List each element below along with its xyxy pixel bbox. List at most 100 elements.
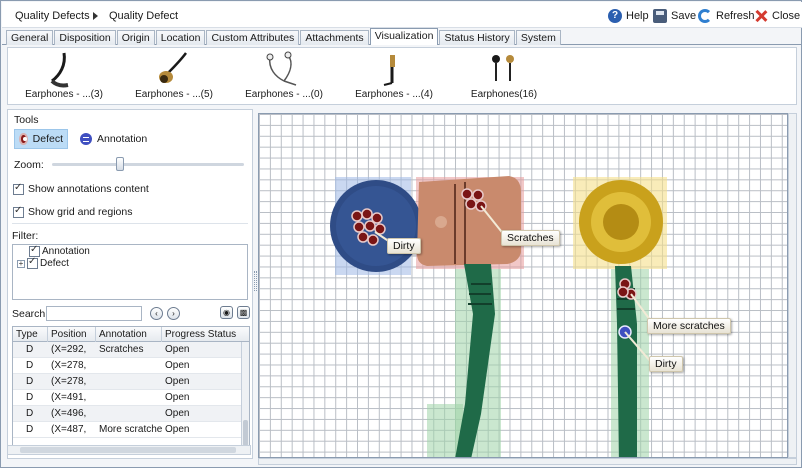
defect-tool-label: Defect bbox=[32, 133, 63, 145]
tab-visualization[interactable]: Visualization bbox=[369, 28, 439, 45]
earphones-image bbox=[330, 176, 667, 457]
thumbnail-3[interactable]: Earphones - ...(0) bbox=[234, 48, 334, 106]
close-icon bbox=[754, 9, 768, 23]
cell-status: Open bbox=[165, 392, 190, 403]
table-row[interactable]: D (X=292, Scratches Open bbox=[13, 342, 243, 358]
table-row[interactable]: D (X=496, Open bbox=[13, 406, 243, 422]
table-row[interactable]: D (X=278, Open bbox=[13, 374, 243, 390]
show-grid-check-icon bbox=[13, 205, 24, 218]
thumbnail-5[interactable]: Earphones(16) bbox=[454, 48, 554, 106]
table-vertical-scrollbar[interactable] bbox=[241, 342, 249, 451]
tab-general[interactable]: General bbox=[6, 30, 54, 45]
help-label: Help bbox=[626, 10, 649, 22]
tab-system[interactable]: System bbox=[515, 30, 561, 45]
tools-panel: Tools Defect Annotation Zoom: Show annot… bbox=[7, 109, 253, 459]
show-grid-label: Show grid and regions bbox=[28, 206, 133, 218]
search-label: Search: bbox=[12, 308, 49, 320]
visualization-canvas[interactable]: Dirty Scratches More scratches Dirty bbox=[258, 113, 788, 458]
delete-trash-button[interactable]: ▩ bbox=[237, 306, 250, 319]
cell-status: Open bbox=[165, 376, 190, 387]
breadcrumb-separator-icon bbox=[93, 12, 98, 20]
column-progress-status[interactable]: Progress Status bbox=[162, 327, 242, 352]
earphone-thumbnail-icon bbox=[266, 51, 297, 86]
help-icon: ? bbox=[608, 9, 622, 23]
tab-attachments[interactable]: Attachments bbox=[300, 30, 369, 45]
table-row[interactable]: D (X=491, Open bbox=[13, 390, 243, 406]
tab-origin[interactable]: Origin bbox=[116, 30, 155, 45]
cell-annotation bbox=[96, 374, 162, 390]
help-button[interactable]: ? Help bbox=[608, 8, 649, 24]
thumbnail-2[interactable]: Earphones - ...(5) bbox=[124, 48, 224, 106]
cell-annotation bbox=[96, 406, 162, 422]
thumbnail-2-label: Earphones - ...(5) bbox=[135, 89, 213, 100]
filter-defect-label: Defect bbox=[40, 258, 69, 269]
breadcrumb-parent[interactable]: Quality Defects bbox=[15, 10, 90, 22]
table-vertical-scroll-thumb[interactable] bbox=[243, 420, 248, 446]
table-row[interactable]: D (X=278, Open bbox=[13, 358, 243, 374]
cell-annotation: More scratches bbox=[99, 424, 162, 435]
column-type[interactable]: Type bbox=[13, 327, 48, 352]
save-icon bbox=[653, 9, 667, 23]
annotation-tool-label: Annotation bbox=[97, 133, 148, 145]
table-horizontal-scrollbar[interactable] bbox=[7, 445, 251, 455]
cell-status: Open bbox=[165, 344, 190, 355]
annotation-icon bbox=[80, 133, 92, 145]
zoom-slider-handle[interactable] bbox=[116, 157, 124, 171]
cell-status: Open bbox=[165, 360, 190, 371]
zoom-slider[interactable] bbox=[52, 157, 244, 171]
earphone-thumbnail-icon bbox=[383, 55, 395, 86]
cell-type: D bbox=[26, 392, 34, 403]
search-previous-button[interactable]: ‹ bbox=[150, 307, 163, 320]
table-horizontal-scroll-thumb[interactable] bbox=[20, 447, 236, 453]
thumbnail-1-label: Earphones - ...(3) bbox=[25, 89, 103, 100]
show-grid-checkbox[interactable]: Show grid and regions bbox=[13, 205, 133, 218]
annotation-tool-button[interactable]: Annotation bbox=[76, 129, 151, 149]
annotation-label-more-scratches[interactable]: More scratches bbox=[647, 318, 731, 334]
thumbnail-1[interactable]: Earphones - ...(3) bbox=[14, 48, 114, 106]
search-next-button[interactable]: › bbox=[167, 307, 180, 320]
view-eye-button[interactable]: ◉ bbox=[220, 306, 233, 319]
tab-custom-attributes[interactable]: Custom Attributes bbox=[206, 30, 300, 45]
search-input[interactable] bbox=[46, 306, 142, 321]
close-button[interactable]: Close bbox=[754, 8, 800, 24]
cell-status: Open bbox=[165, 424, 190, 435]
thumbnail-4[interactable]: Earphones - ...(4) bbox=[344, 48, 444, 106]
cell-type: D bbox=[26, 376, 34, 387]
refresh-label: Refresh bbox=[716, 10, 755, 22]
panel-splitter-handle[interactable] bbox=[254, 271, 257, 291]
tab-strip: General Disposition Origin Location Cust… bbox=[6, 28, 562, 45]
annotation-label-dirty-right[interactable]: Dirty bbox=[649, 356, 683, 372]
show-annotations-check-icon bbox=[13, 182, 24, 195]
refresh-button[interactable]: Refresh bbox=[698, 8, 755, 24]
tools-divider bbox=[12, 223, 248, 224]
show-annotations-checkbox[interactable]: Show annotations content bbox=[13, 182, 149, 195]
earphone-thumbnail-icon bbox=[492, 55, 514, 81]
expand-icon[interactable]: + bbox=[17, 259, 25, 268]
tab-location[interactable]: Location bbox=[155, 30, 206, 45]
filter-item-defect[interactable]: + Defect bbox=[17, 256, 69, 269]
column-position[interactable]: Position bbox=[48, 327, 96, 342]
canvas-horizontal-scrollbar[interactable] bbox=[258, 458, 797, 465]
column-progress-status-label: Progress Status bbox=[165, 329, 237, 340]
canvas-vertical-scrollbar[interactable] bbox=[788, 113, 797, 458]
title-bar: Quality Defects Quality Defect ? Help Sa… bbox=[2, 2, 802, 28]
thumbnail-5-label: Earphones(16) bbox=[470, 89, 538, 100]
column-annotation[interactable]: Annotation bbox=[96, 327, 162, 342]
filter-item-annotation[interactable]: Annotation bbox=[29, 244, 90, 257]
defect-tool-button[interactable]: Defect bbox=[14, 129, 68, 149]
cell-type: D bbox=[26, 344, 34, 355]
tab-status-history[interactable]: Status History bbox=[439, 30, 515, 45]
table-row[interactable]: D (X=487, More scratches Open bbox=[13, 422, 243, 438]
filter-defect-check-icon[interactable] bbox=[27, 256, 38, 269]
annotation-label-dirty-left[interactable]: Dirty bbox=[387, 238, 421, 254]
zoom-label: Zoom: bbox=[14, 159, 44, 171]
cell-type: D bbox=[26, 360, 34, 371]
table-header: Type Position Annotation Progress Status bbox=[13, 327, 249, 352]
refresh-icon bbox=[698, 9, 712, 23]
thumbnail-4-label: Earphones - ...(4) bbox=[355, 89, 433, 100]
quality-defect-window: Quality Defects Quality Defect ? Help Sa… bbox=[0, 0, 802, 468]
annotation-label-scratches[interactable]: Scratches bbox=[501, 230, 560, 246]
breadcrumb-current: Quality Defect bbox=[109, 10, 179, 22]
tab-disposition[interactable]: Disposition bbox=[54, 30, 116, 45]
save-button[interactable]: Save bbox=[653, 8, 696, 24]
